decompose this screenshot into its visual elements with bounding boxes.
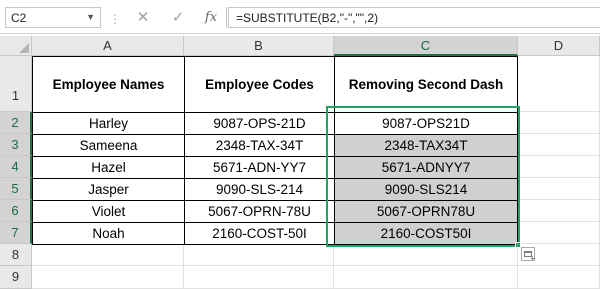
row-header-1[interactable]: 1: [0, 56, 32, 112]
cell-a6[interactable]: Violet: [32, 200, 185, 223]
cell-b4[interactable]: 5671-ADN-YY7: [184, 156, 335, 179]
cell-b2[interactable]: 9087-OPS-21D: [184, 112, 335, 135]
row-header-3[interactable]: 3: [0, 134, 32, 156]
cell-a4[interactable]: Hazel: [32, 156, 185, 179]
cell-a9[interactable]: [32, 266, 184, 289]
name-box-value: C2: [11, 11, 27, 25]
insert-function-icon[interactable]: fx: [198, 7, 224, 28]
cell-a8[interactable]: [32, 244, 184, 266]
header-employee-codes[interactable]: Employee Codes: [184, 56, 335, 113]
cell-d7[interactable]: [518, 222, 600, 244]
header-removing-second-dash[interactable]: Removing Second Dash: [334, 56, 518, 113]
cell-d3[interactable]: [518, 134, 600, 156]
cell-a2[interactable]: Harley: [32, 112, 185, 135]
formula-bar-divider: [226, 7, 227, 28]
cell-b7[interactable]: 2160-COST-50I: [184, 222, 335, 245]
cell-c6[interactable]: 5067-OPRN78U: [334, 200, 518, 223]
column-header-b[interactable]: B: [184, 36, 334, 56]
formula-bar: C2 ▼ ⋮ ✕ ✓ fx =SUBSTITUTE(B2,"-","",2): [0, 0, 600, 34]
cell-c2[interactable]: 9087-OPS21D: [334, 112, 518, 135]
cell-c3[interactable]: 2348-TAX34T: [334, 134, 518, 157]
cell-c4[interactable]: 5671-ADNYY7: [334, 156, 518, 179]
row-header-4[interactable]: 4: [0, 156, 32, 178]
formula-bar-grip-icon: ⋮: [109, 12, 122, 26]
cell-d1[interactable]: [518, 56, 600, 112]
cell-b8[interactable]: [184, 244, 334, 266]
cell-a5[interactable]: Jasper: [32, 178, 185, 201]
column-header-a[interactable]: A: [32, 36, 184, 56]
column-header-d[interactable]: D: [518, 36, 600, 56]
cell-d4[interactable]: [518, 156, 600, 178]
cell-c8[interactable]: [334, 244, 518, 266]
cell-c9[interactable]: [334, 266, 518, 289]
cell-d9[interactable]: [518, 266, 600, 289]
row-header-6[interactable]: 6: [0, 200, 32, 222]
cell-b5[interactable]: 9090-SLS-214: [184, 178, 335, 201]
cancel-icon[interactable]: ✕: [130, 7, 156, 28]
quick-analysis-plus-glyph: +: [530, 254, 535, 263]
name-box[interactable]: C2 ▼: [5, 7, 101, 28]
row-header-5[interactable]: 5: [0, 178, 32, 200]
column-header-c[interactable]: C: [334, 36, 518, 56]
cell-a3[interactable]: Sameena: [32, 134, 185, 157]
quick-analysis-icon[interactable]: +: [521, 247, 535, 263]
cell-a7[interactable]: Noah: [32, 222, 185, 245]
row-header-7[interactable]: 7: [0, 222, 32, 244]
cell-b6[interactable]: 5067-OPRN-78U: [184, 200, 335, 223]
row-header-9[interactable]: 9: [0, 266, 32, 289]
cell-b3[interactable]: 2348-TAX-34T: [184, 134, 335, 157]
cell-d5[interactable]: [518, 178, 600, 200]
header-employee-names[interactable]: Employee Names: [32, 56, 185, 113]
select-all-triangle-icon: [19, 43, 29, 53]
enter-icon[interactable]: ✓: [165, 7, 191, 28]
cell-d2[interactable]: [518, 112, 600, 134]
row-header-2[interactable]: 2: [0, 112, 32, 134]
cell-c7[interactable]: 2160-COST50I: [334, 222, 518, 245]
select-all-corner[interactable]: [0, 36, 32, 56]
row-header-8[interactable]: 8: [0, 244, 32, 266]
chevron-down-icon[interactable]: ▼: [86, 12, 95, 22]
cell-d6[interactable]: [518, 200, 600, 222]
cell-c5[interactable]: 9090-SLS214: [334, 178, 518, 201]
formula-input[interactable]: =SUBSTITUTE(B2,"-","",2): [228, 7, 600, 28]
cell-b9[interactable]: [184, 266, 334, 289]
